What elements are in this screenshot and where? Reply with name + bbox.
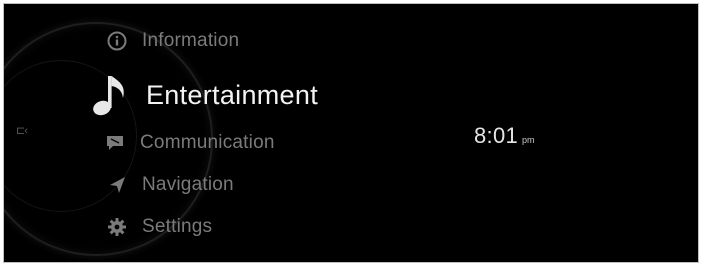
navigation-arrow-icon — [110, 177, 125, 193]
clock-time: 8:01 — [474, 123, 519, 148]
infotainment-screen: ⊏‹ Information Entertainment Communicati… — [3, 3, 699, 263]
clock-display: 8:01 pm — [474, 123, 535, 149]
menu-item-settings[interactable]: Settings — [106, 216, 212, 238]
gear-icon — [108, 218, 126, 236]
menu-item-label: Settings — [142, 216, 213, 237]
menu-item-entertainment[interactable]: Entertainment — [90, 72, 318, 118]
dial-hint-icon: ⊏‹ — [16, 125, 28, 137]
menu-item-navigation[interactable]: Navigation — [106, 174, 234, 196]
clock-ampm: pm — [522, 135, 535, 145]
chat-bubble-icon — [107, 136, 123, 150]
menu-item-label: Navigation — [142, 174, 234, 195]
menu-item-information[interactable]: Information — [106, 30, 239, 52]
info-icon — [107, 31, 127, 51]
menu-item-label: Information — [142, 30, 240, 51]
menu-item-label: Entertainment — [146, 79, 318, 110]
menu-item-communication[interactable]: Communication — [104, 132, 275, 154]
menu-item-label: Communication — [140, 132, 275, 153]
music-note-icon — [93, 76, 124, 116]
